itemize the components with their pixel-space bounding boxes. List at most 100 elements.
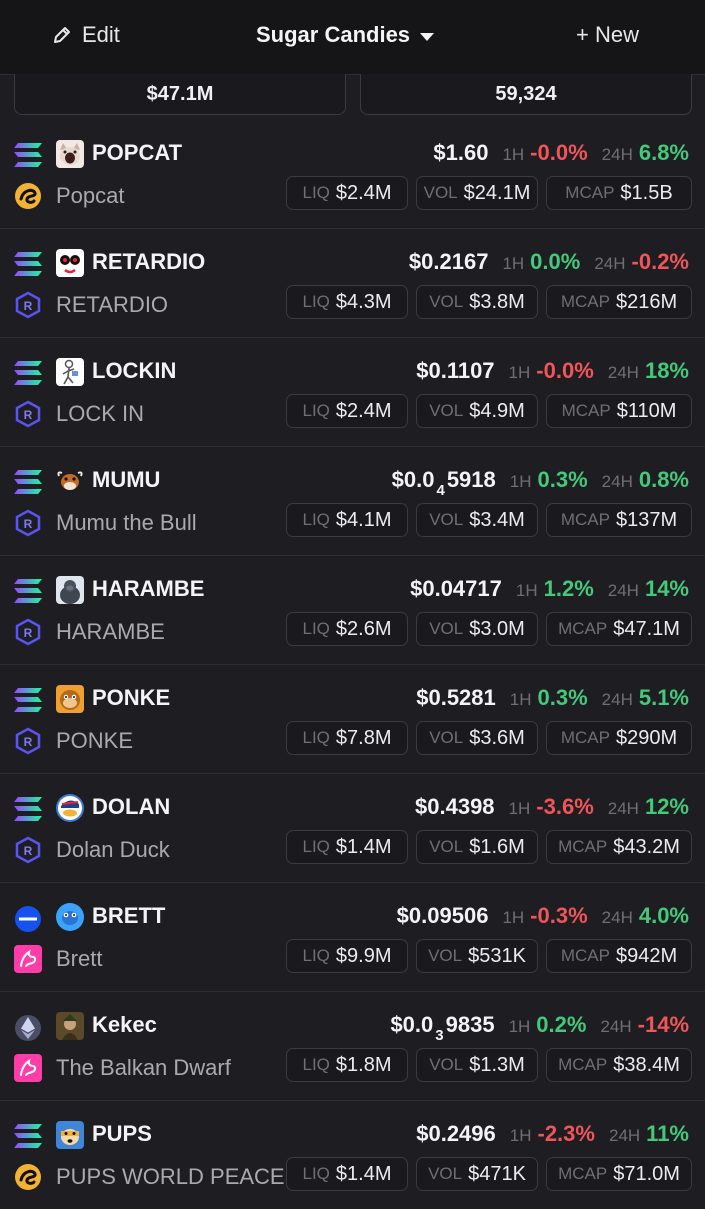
market-cap-value: $110M	[616, 399, 677, 422]
price-line: $0.1107 1H -0.0% 24H 18%	[416, 358, 689, 384]
market-cap-pill: MCAP $71.0M	[546, 1157, 692, 1191]
market-cap-label: MCAP	[560, 946, 610, 965]
change-24h-label: 24H	[601, 690, 633, 709]
dog-icon	[56, 1121, 84, 1149]
volume-pill: VOL $1.3M	[416, 1048, 538, 1082]
change-1h-value: 0.2%	[536, 1012, 587, 1037]
price-value: $0.09506	[396, 903, 489, 928]
liquidity-pill: LIQ $1.8M	[286, 1048, 408, 1082]
market-cap-value: $290M	[615, 726, 678, 749]
change-24h-label: 24H	[607, 363, 639, 382]
price-line: $0.0 4 5918 1H 0.3% 24H 0.8%	[391, 467, 689, 499]
token-row-brett[interactable]: BRETT Brett $0.09506 1H -0.3% 24H 4.0% LIQ $9.9M…	[0, 883, 705, 992]
svg-text:R: R	[24, 626, 33, 640]
market-cap-pill: MCAP $290M	[546, 721, 692, 755]
token-name: RETARDIO	[56, 292, 169, 317]
token-name: The Balkan Dwarf	[56, 1055, 231, 1080]
token-row-harambe[interactable]: HARAMBE R HARAMBE $0.04717 1H 1.2% 24H 14% LIQ $2…	[0, 556, 705, 665]
price-value: $0.0	[391, 467, 435, 492]
new-label: + New	[576, 22, 639, 47]
token-symbol: RETARDIO	[92, 249, 206, 274]
volume-pill: VOL $3.8M	[416, 285, 538, 319]
liquidity-label: LIQ	[302, 619, 330, 638]
volume-label: VOL	[429, 1055, 464, 1074]
uniswap-dex-icon	[14, 945, 42, 973]
market-cap-value: $216M	[615, 290, 678, 313]
price-value: $0.4398	[415, 794, 495, 819]
token-name: HARAMBE	[56, 619, 165, 644]
change-1h-label: 1H	[502, 254, 525, 273]
token-row-pups[interactable]: PUPS PUPS WORLD PEACE $0.2496 1H -2.3% 24H 11%…	[0, 1101, 705, 1209]
change-1h-label: 1H	[502, 145, 525, 164]
market-cap-label: MCAP	[558, 619, 608, 638]
volume-pill: VOL $531K	[416, 939, 538, 973]
token-symbol: POPCAT	[92, 140, 183, 165]
change-1h-label: 1H	[508, 799, 531, 818]
change-24h-value: 12%	[644, 794, 689, 819]
token-row-mumu[interactable]: MUMU R Mumu the Bull $0.0 4 5918 1H 0.3% 24H 0.8%…	[0, 447, 705, 556]
token-row-popcat[interactable]: POPCAT Popcat $1.60 1H -0.0% 24H 6.8% LIQ $2.4M V…	[0, 120, 705, 229]
volume-value: $4.9M	[469, 399, 525, 422]
raydium-dex-icon: R	[14, 836, 42, 864]
price-line: $0.0 3 9835 1H 0.2% 24H -14%	[390, 1012, 689, 1044]
volume-value: $1.6M	[469, 835, 525, 858]
price-value: $0.04717	[410, 576, 502, 601]
liquidity-pill: LIQ $1.4M	[286, 830, 408, 864]
cat-icon	[56, 140, 84, 168]
market-cap-value: $38.4M	[613, 1053, 680, 1076]
price-value: $0.0	[390, 1012, 434, 1037]
change-24h-label: 24H	[600, 1017, 632, 1036]
liquidity-label: LIQ	[302, 1164, 330, 1183]
change-1h-value: -3.6%	[536, 794, 594, 819]
change-24h-value: 11%	[646, 1121, 689, 1146]
change-24h-value: 4.0%	[638, 903, 689, 928]
caret-down-icon	[420, 32, 435, 41]
market-cap-label: MCAP	[560, 510, 610, 529]
market-cap-value: $47.1M	[613, 617, 680, 640]
change-24h-label: 24H	[607, 799, 639, 818]
token-symbol: Kekec	[92, 1012, 157, 1037]
token-row-lockin[interactable]: LOCKIN R LOCK IN $0.1107 1H -0.0% 24H 18% LIQ $2.…	[0, 338, 705, 447]
new-watchlist-button[interactable]: + New	[576, 22, 639, 48]
market-cap-pill: MCAP $38.4M	[546, 1048, 692, 1082]
token-symbol: BRETT	[92, 903, 166, 928]
token-row-dolan[interactable]: DOLAN R Dolan Duck $0.4398 1H -3.6% 24H 12% LIQ $…	[0, 774, 705, 883]
edit-label: Edit	[82, 22, 120, 47]
market-cap-value: $137M	[615, 508, 678, 531]
liquidity-label: LIQ	[302, 292, 330, 311]
edit-button[interactable]: Edit	[52, 22, 120, 48]
volume-value: $24.1M	[463, 181, 531, 204]
pencil-icon	[54, 27, 70, 43]
duck-icon	[56, 794, 84, 822]
sushi-dex-icon	[14, 182, 42, 210]
watchlist-selector[interactable]: Sugar Candies	[256, 22, 435, 48]
liquidity-value: $2.4M	[335, 181, 392, 204]
stat-left: $47.1M	[14, 74, 346, 115]
change-24h-value: 18%	[644, 358, 689, 383]
volume-label: VOL	[429, 728, 464, 747]
raydium-dex-icon: R	[14, 291, 42, 319]
price-zero-count: 4	[436, 482, 445, 499]
solana-chain-icon	[14, 142, 42, 168]
liquidity-pill: LIQ $2.4M	[286, 176, 408, 210]
raydium-dex-icon: R	[14, 727, 42, 755]
token-row-kekec[interactable]: Kekec The Balkan Dwarf $0.0 3 9835 1H 0.2% 24H -…	[0, 992, 705, 1101]
stats-bar: $47.1M 59,324	[0, 74, 705, 118]
change-1h-label: 1H	[515, 581, 538, 600]
change-24h-value: 0.8%	[638, 467, 689, 492]
svg-text:R: R	[24, 735, 33, 749]
watchlist-name: Sugar Candies	[256, 22, 411, 47]
market-cap-pill: MCAP $942M	[546, 939, 692, 973]
change-24h-label: 24H	[594, 254, 626, 273]
price-value: $0.2496	[416, 1121, 496, 1146]
stat-right: 59,324	[360, 74, 692, 115]
token-row-retardio[interactable]: RETARDIO R RETARDIO $0.2167 1H 0.0% 24H -0.2% LI…	[0, 229, 705, 338]
market-cap-label: MCAP	[565, 183, 615, 202]
monkey-icon	[56, 685, 84, 713]
sushi-dex-icon	[14, 1163, 42, 1191]
volume-value: $1.3M	[469, 1053, 525, 1076]
volume-pill: VOL $4.9M	[416, 394, 538, 428]
change-1h-label: 1H	[502, 908, 525, 927]
token-row-ponke[interactable]: PONKE R PONKE $0.5281 1H 0.3% 24H 5.1% LIQ $7.8M V…	[0, 665, 705, 774]
token-name: Popcat	[56, 183, 125, 208]
